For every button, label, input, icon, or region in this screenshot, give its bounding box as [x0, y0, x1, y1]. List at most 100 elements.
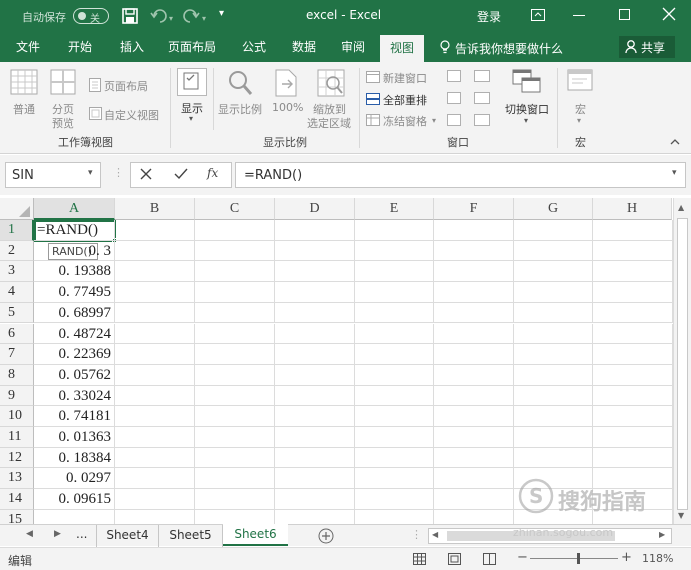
formula-bar-grip[interactable]: ⋮	[113, 166, 124, 179]
cell[interactable]	[275, 489, 355, 510]
cell[interactable]	[275, 261, 355, 283]
worksheet-grid[interactable]: A B C D E F G H ▲ ▼ RAND() 1 =RAND() 2 0. 3…	[0, 198, 691, 531]
arrange-all-label[interactable]: 全部重排	[383, 92, 427, 108]
cell[interactable]	[115, 282, 195, 303]
tab-formulas[interactable]: 公式	[232, 32, 276, 62]
cell[interactable]	[514, 240, 593, 262]
cell[interactable]	[195, 489, 275, 510]
cell[interactable]	[514, 261, 593, 283]
macros-button-label[interactable]: 宏	[575, 101, 586, 117]
cell[interactable]	[195, 261, 275, 283]
tell-me-input[interactable]: 告诉我你想要做什么	[455, 40, 563, 57]
cell[interactable]	[593, 427, 673, 448]
cell[interactable]	[514, 447, 593, 469]
row-header[interactable]: 11	[0, 427, 34, 448]
zoom-level[interactable]: 118%	[642, 552, 673, 565]
cell-a[interactable]: 0. 77495	[34, 282, 115, 303]
cell[interactable]	[195, 240, 275, 262]
cell[interactable]	[195, 406, 275, 427]
cell[interactable]	[434, 220, 514, 241]
cell[interactable]	[355, 406, 434, 427]
name-box-dropdown-icon[interactable]: ▾	[88, 168, 93, 178]
zoom-out-button[interactable]: −	[517, 550, 528, 565]
column-header[interactable]: G	[514, 198, 593, 220]
cell[interactable]	[275, 282, 355, 303]
cell[interactable]	[115, 427, 195, 448]
zoom-to-selection-icon[interactable]	[317, 69, 345, 97]
column-header[interactable]: A	[34, 198, 115, 220]
cell[interactable]	[593, 302, 673, 324]
cell[interactable]	[434, 240, 514, 262]
column-header[interactable]: F	[434, 198, 514, 220]
cell[interactable]	[195, 302, 275, 324]
tab-page-layout[interactable]: 页面布局	[162, 32, 222, 62]
share-button[interactable]: 共享	[619, 36, 675, 58]
cell[interactable]	[593, 344, 673, 365]
cell[interactable]	[355, 220, 434, 241]
cell[interactable]	[355, 364, 434, 386]
column-header[interactable]: C	[195, 198, 275, 220]
collapse-ribbon-icon[interactable]	[670, 138, 680, 145]
tab-split-handle[interactable]: ⋮	[411, 528, 422, 541]
normal-view-label[interactable]: 普通	[13, 101, 35, 117]
switch-windows-label[interactable]: 切换窗口	[505, 101, 549, 117]
cell[interactable]	[593, 220, 673, 241]
cancel-icon[interactable]	[140, 168, 152, 180]
cell[interactable]	[434, 323, 514, 345]
view-side-by-side-icon[interactable]	[474, 70, 490, 82]
row-header[interactable]: 6	[0, 323, 34, 345]
cell[interactable]	[355, 468, 434, 490]
switch-windows-icon[interactable]	[512, 69, 542, 95]
cell[interactable]	[434, 406, 514, 427]
unhide-icon[interactable]	[447, 114, 461, 126]
custom-views-label[interactable]: 自定义视图	[104, 107, 159, 123]
zoom-to-selection-label-2[interactable]: 选定区域	[307, 115, 351, 131]
scroll-down-icon[interactable]: ▼	[678, 511, 684, 520]
expand-formula-icon[interactable]: ▾	[672, 168, 677, 178]
cell[interactable]	[434, 447, 514, 469]
add-sheet-icon[interactable]	[318, 528, 334, 544]
row-header[interactable]: 3	[0, 261, 34, 283]
row-header[interactable]: 8	[0, 364, 34, 386]
sheet-tab-active[interactable]: Sheet6	[223, 524, 288, 546]
cell[interactable]	[593, 447, 673, 469]
cell[interactable]	[355, 427, 434, 448]
scrollbar-thumb[interactable]	[677, 218, 688, 510]
tab-insert[interactable]: 插入	[110, 32, 154, 62]
cell[interactable]	[115, 406, 195, 427]
freeze-panes-dropdown-icon[interactable]: ▾	[432, 116, 436, 125]
normal-view-icon[interactable]	[10, 69, 38, 95]
select-all-corner[interactable]	[0, 198, 34, 220]
name-box[interactable]: SIN ▾	[5, 162, 101, 188]
cell[interactable]	[434, 385, 514, 407]
cell[interactable]	[434, 364, 514, 386]
cell[interactable]	[355, 489, 434, 510]
cell[interactable]	[115, 240, 195, 262]
cell[interactable]	[355, 323, 434, 345]
login-link[interactable]: 登录	[477, 8, 501, 25]
tab-view[interactable]: 视图	[380, 35, 424, 62]
cell[interactable]	[195, 427, 275, 448]
cell[interactable]	[195, 447, 275, 469]
tab-review[interactable]: 审阅	[331, 32, 375, 62]
cell-a[interactable]: =RAND()	[34, 220, 115, 241]
maximize-icon[interactable]	[619, 9, 630, 20]
freeze-panes-icon[interactable]	[366, 114, 380, 126]
cell[interactable]	[514, 364, 593, 386]
zoom-100-label[interactable]: 100%	[272, 101, 303, 114]
column-header[interactable]: E	[355, 198, 434, 220]
cell[interactable]	[514, 385, 593, 407]
cell[interactable]	[275, 468, 355, 490]
row-header[interactable]: 10	[0, 406, 34, 427]
tab-file[interactable]: 文件	[6, 32, 50, 62]
row-header[interactable]: 2	[0, 240, 34, 262]
show-icon[interactable]	[177, 68, 207, 96]
row-header[interactable]: 9	[0, 385, 34, 407]
zoom-magnifier-icon[interactable]	[227, 69, 253, 97]
row-header[interactable]: 7	[0, 344, 34, 365]
cell[interactable]	[355, 240, 434, 262]
page-break-preview-icon[interactable]	[50, 69, 76, 95]
sheet-tab[interactable]: Sheet4	[96, 525, 159, 547]
cell[interactable]	[115, 447, 195, 469]
next-sheet-icon[interactable]: ▶	[54, 529, 61, 539]
